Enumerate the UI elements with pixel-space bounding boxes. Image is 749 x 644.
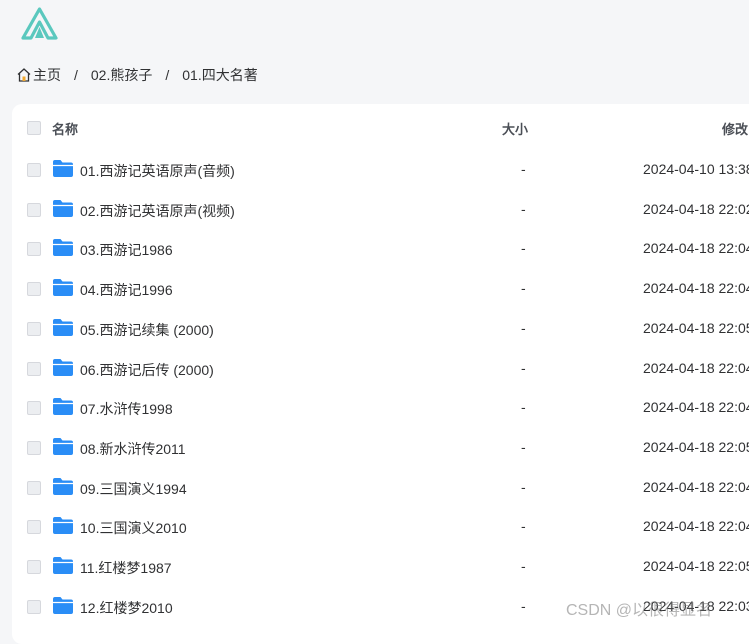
file-modified: 2024-04-18 22:02 (643, 200, 749, 217)
file-modified: 2024-04-18 22:04 (643, 359, 749, 376)
row-checkbox[interactable] (27, 440, 41, 455)
folder-icon (53, 239, 73, 257)
folder-icon (53, 557, 73, 574)
table-row[interactable]: 02.西游记英语原声(视频) - 2024-04-18 22:02 (12, 190, 749, 230)
file-name[interactable]: 04.西游记1996 (80, 280, 173, 300)
file-name[interactable]: 05.西游记续集 (2000) (80, 320, 214, 340)
row-checkbox[interactable] (27, 560, 41, 574)
folder-icon (53, 596, 73, 614)
table-row[interactable]: 04.西游记1996 - 2024-04-18 22:04 (12, 269, 749, 309)
file-name[interactable]: 07.水浒传1998 (80, 399, 173, 419)
breadcrumb-separator: / (74, 67, 78, 83)
breadcrumb-separator: / (165, 67, 170, 83)
file-modified: 2024-04-18 22:05 (643, 438, 749, 455)
file-size: - (521, 359, 526, 376)
file-name[interactable]: 12.红楼梦2010 (80, 598, 173, 618)
file-size: - (521, 438, 526, 455)
file-modified: 2024-04-18 22:04 (643, 280, 749, 297)
file-modified: 2024-04-18 22:04 (643, 399, 749, 416)
folder-icon (53, 160, 73, 177)
column-header-modified[interactable]: 修改 (722, 119, 748, 138)
file-modified: 2024-04-18 22:04 (643, 478, 749, 495)
row-checkbox[interactable] (27, 321, 41, 336)
select-all-checkbox[interactable] (27, 121, 41, 135)
file-name[interactable]: 03.西游记1986 (80, 240, 173, 260)
file-list-panel: 名称 大小 修改 01.西游记英语原声(音频) - 2024-04-10 13:38… (12, 104, 749, 644)
home-icon (17, 68, 31, 82)
file-size: - (521, 558, 526, 574)
column-header-name[interactable]: 名称 (52, 119, 78, 138)
file-name[interactable]: 10.三国演义2010 (80, 518, 187, 538)
folder-icon (53, 517, 73, 535)
file-modified: 2024-04-18 22:05 (643, 319, 749, 336)
file-size: - (521, 399, 526, 416)
file-size: - (521, 478, 526, 495)
folder-icon (53, 199, 73, 217)
app-logo-icon[interactable] (21, 7, 58, 40)
folder-icon (53, 477, 73, 495)
folder-icon (53, 279, 73, 297)
file-name[interactable]: 01.西游记英语原声(音频) (80, 161, 235, 181)
table-header: 名称 大小 修改 (12, 104, 749, 150)
table-row[interactable]: 11.红楼梦1987 - 2024-04-18 22:05 (12, 547, 749, 587)
row-checkbox[interactable] (27, 401, 41, 416)
table-row[interactable]: 08.新水浒传2011 - 2024-04-18 22:05 (12, 428, 749, 468)
table-row[interactable]: 05.西游记续集 (2000) - 2024-04-18 22:05 (12, 309, 749, 349)
table-row[interactable]: 01.西游记英语原声(音频) - 2024-04-10 13:38 (12, 150, 749, 190)
file-size: - (521, 200, 526, 217)
row-checkbox[interactable] (27, 599, 41, 614)
folder-icon (53, 358, 73, 376)
file-modified: 2024-04-18 22:05 (643, 558, 749, 574)
breadcrumb-current[interactable]: 01.四大名著 (182, 65, 257, 85)
folder-icon (53, 398, 73, 416)
file-name[interactable]: 11.红楼梦1987 (80, 558, 172, 578)
row-checkbox[interactable] (27, 242, 41, 257)
row-checkbox[interactable] (27, 361, 41, 376)
row-checkbox[interactable] (27, 480, 41, 495)
file-name[interactable]: 06.西游记后传 (2000) (80, 360, 214, 380)
file-size: - (521, 518, 526, 535)
column-header-size[interactable]: 大小 (502, 119, 528, 138)
table-row[interactable]: 03.西游记1986 - 2024-04-18 22:04 (12, 229, 749, 269)
file-name[interactable]: 09.三国演义1994 (80, 479, 187, 499)
file-name[interactable]: 08.新水浒传2011 (80, 439, 186, 459)
file-modified: 2024-04-18 22:04 (643, 518, 749, 535)
table-row[interactable]: 12.红楼梦2010 - 2024-04-18 22:03 (12, 587, 749, 627)
row-checkbox[interactable] (27, 163, 41, 177)
table-row[interactable]: 06.西游记后传 (2000) - 2024-04-18 22:04 (12, 349, 749, 389)
file-size: - (521, 319, 526, 336)
file-size: - (521, 161, 526, 177)
file-size: - (521, 280, 526, 297)
breadcrumb: 主页 / 02.熊孩子 / 01.四大名著 (16, 65, 258, 85)
row-checkbox[interactable] (27, 202, 41, 217)
file-modified: 2024-04-18 22:04 (643, 240, 749, 257)
file-modified: 2024-04-10 13:38 (643, 161, 749, 177)
folder-icon (53, 318, 73, 336)
folder-icon (53, 437, 73, 455)
file-size: - (521, 240, 526, 257)
file-modified: 2024-04-18 22:03 (643, 597, 749, 614)
table-row[interactable]: 07.水浒传1998 - 2024-04-18 22:04 (12, 388, 749, 428)
row-checkbox[interactable] (27, 520, 41, 535)
breadcrumb-home[interactable]: 主页 (16, 65, 61, 85)
row-checkbox[interactable] (27, 282, 41, 297)
table-row[interactable]: 10.三国演义2010 - 2024-04-18 22:04 (12, 507, 749, 547)
breadcrumb-item[interactable]: 02.熊孩子 (91, 65, 152, 85)
breadcrumb-home-label: 主页 (33, 67, 61, 83)
file-size: - (521, 597, 526, 614)
file-name[interactable]: 02.西游记英语原声(视频) (80, 201, 235, 221)
table-row[interactable]: 09.三国演义1994 - 2024-04-18 22:04 (12, 468, 749, 508)
